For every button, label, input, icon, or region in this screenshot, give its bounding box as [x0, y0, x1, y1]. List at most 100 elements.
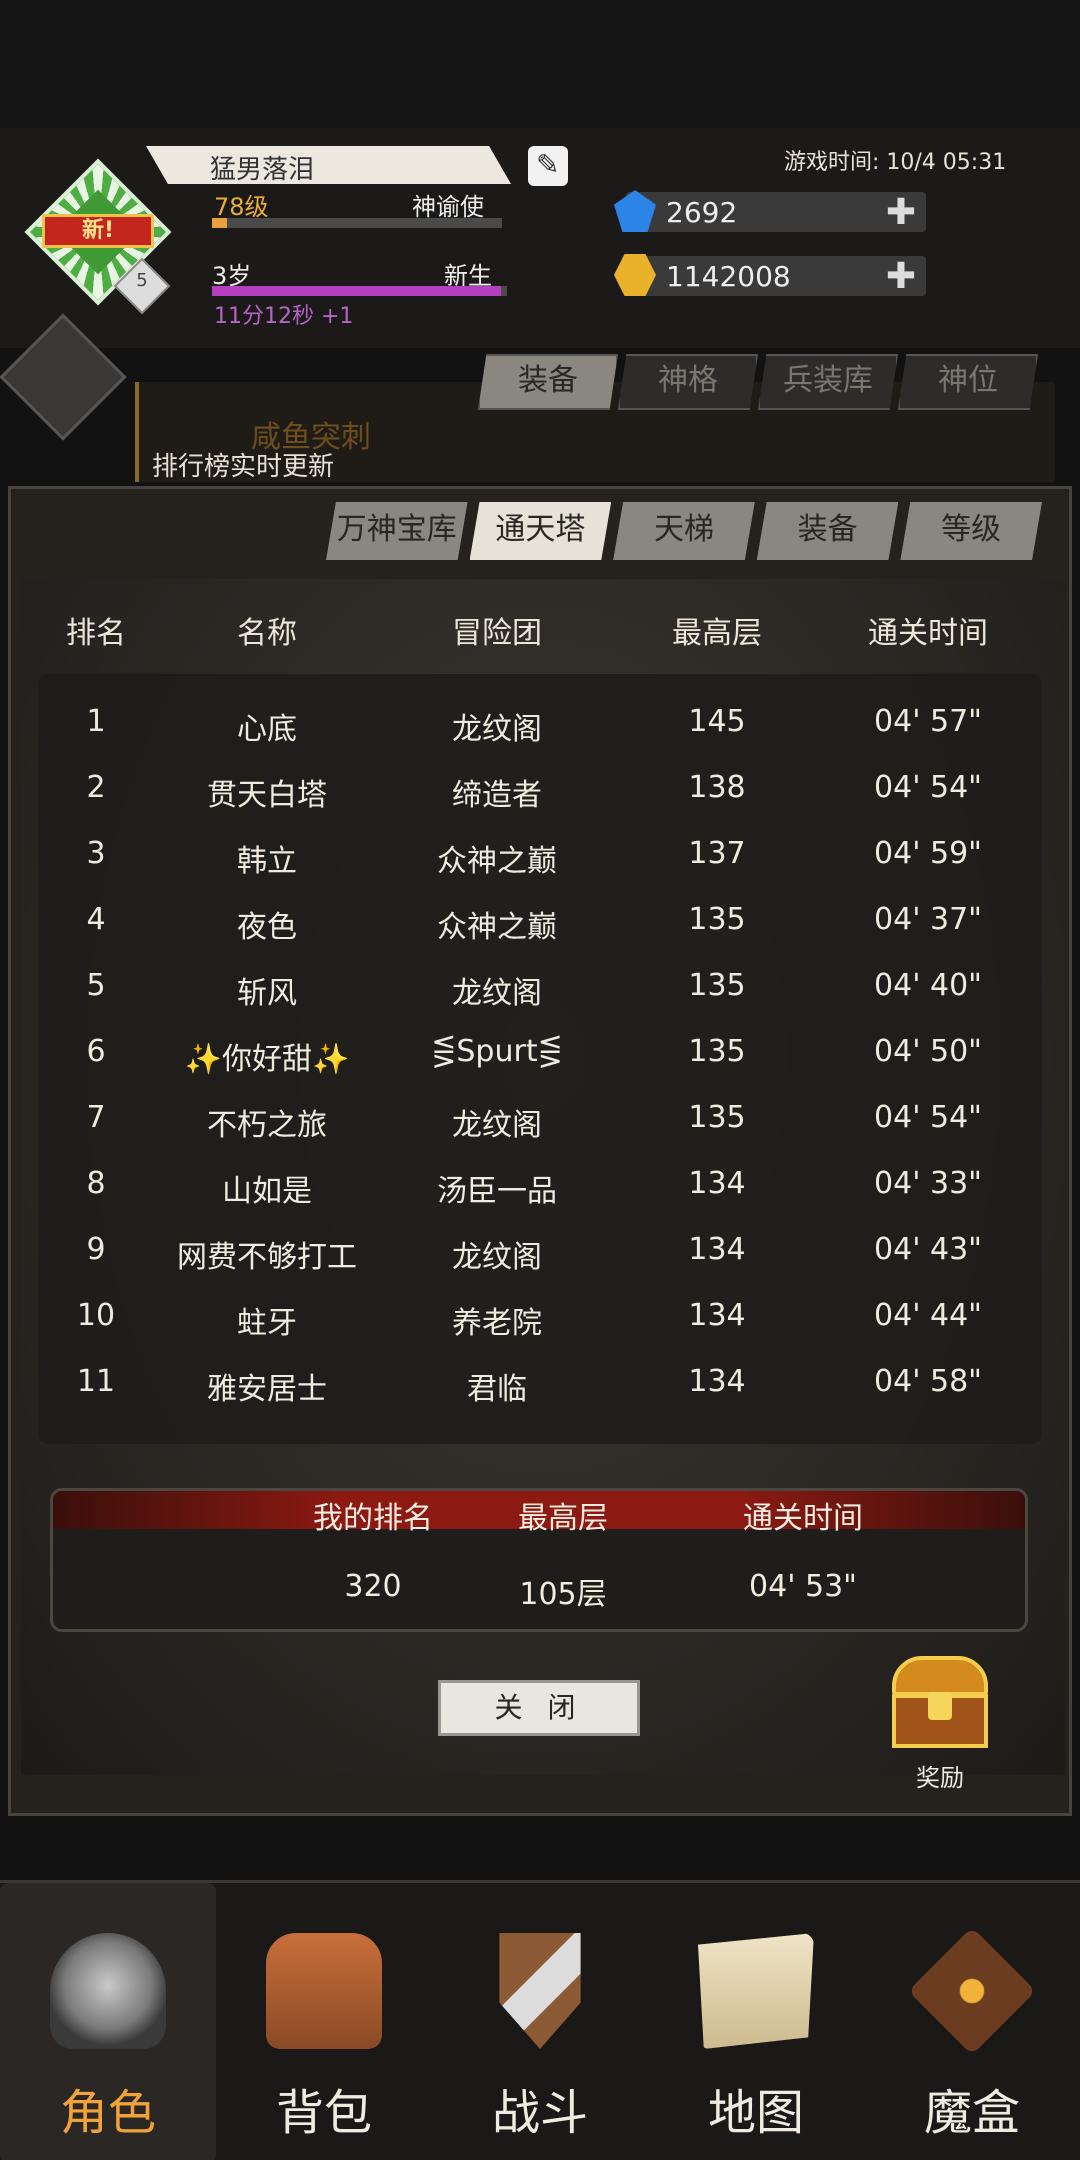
reward-label[interactable]: 奖励 — [900, 1758, 980, 1793]
sword-shield-icon — [499, 1933, 581, 2049]
header-clear-time: 通关时间 — [868, 616, 988, 651]
table-row[interactable]: 8 山如是 汤臣一品 134 04' 33" — [30, 1154, 1050, 1220]
game-time: 游戏时间: 10/4 05:31 — [784, 150, 1007, 175]
cell-rank: 7 — [86, 1100, 106, 1135]
backpack-icon — [266, 1933, 382, 2049]
cell-top-floor: 134 — [688, 1364, 746, 1399]
bg-tab-divinity[interactable]: 神格 — [618, 354, 758, 410]
cell-name: 夜色 — [237, 910, 297, 945]
helmet-icon — [50, 1933, 166, 2049]
gem-counter: 2692 ✚ — [626, 192, 926, 233]
my-time-label: 通关时间 — [743, 1501, 863, 1536]
cell-rank: 10 — [76, 1298, 116, 1333]
level-progress-fill — [212, 218, 227, 228]
table-row[interactable]: 4 夜色 众神之巅 135 04' 37" — [30, 890, 1050, 956]
header-guild: 冒险团 — [452, 616, 542, 651]
table-row[interactable]: 9 网费不够打工 龙纹阁 134 04' 43" — [30, 1220, 1050, 1286]
treasure-chest-icon[interactable] — [888, 1652, 992, 1748]
nav-map-label: 地图 — [707, 2085, 804, 2141]
cell-name: 山如是 — [222, 1174, 312, 1209]
my-rank-header: 我的排名 最高层 通关时间 — [53, 1491, 1025, 1536]
level-progress-bar — [212, 218, 502, 228]
tab-sky-tower[interactable]: 通天塔 — [469, 502, 612, 560]
player-name: 猛男落泪 — [210, 155, 315, 185]
bg-tab-equipment[interactable]: 装备 — [478, 354, 618, 410]
cell-rank: 8 — [86, 1166, 106, 1201]
avatar-rank: 5 — [136, 270, 148, 291]
nav-battle[interactable]: 战斗 — [432, 1883, 648, 2160]
cell-top-floor: 134 — [688, 1166, 746, 1201]
nav-magic-box[interactable]: 魔盒 — [864, 1883, 1080, 2160]
gold-amount: 1142008 — [666, 260, 791, 293]
add-gems-button[interactable]: ✚ — [886, 192, 916, 233]
bottom-nav: 角色 背包 战斗 地图 魔盒 — [0, 1880, 1080, 2160]
cell-rank: 5 — [86, 968, 106, 1003]
cell-rank: 11 — [76, 1364, 116, 1399]
chest-lock — [928, 1692, 952, 1720]
cell-name: 韩立 — [237, 844, 297, 879]
player-name-bar: 猛男落泪 — [146, 146, 511, 184]
table-row[interactable]: 11 雅安居士 君临 134 04' 58" — [30, 1352, 1050, 1418]
cell-rank: 1 — [86, 704, 106, 739]
player-class: 神谕使 — [412, 193, 484, 221]
bg-tab-god-rank[interactable]: 神位 — [898, 354, 1038, 410]
leaderboard-tabs: 万神宝库 通天塔 天梯 装备 等级 — [326, 502, 1042, 560]
nav-backpack-label: 背包 — [275, 2085, 372, 2141]
table-row[interactable]: 1 心底 龙纹阁 145 04' 57" — [30, 692, 1050, 758]
nav-character-label: 角色 — [59, 2085, 156, 2141]
table-row[interactable]: 3 韩立 众神之巅 137 04' 59" — [30, 824, 1050, 890]
nav-character[interactable]: 角色 — [0, 1883, 216, 2160]
cell-guild: 汤臣一品 — [437, 1174, 557, 1209]
avatar[interactable]: 新! 5 — [24, 158, 172, 315]
edit-name-icon[interactable] — [528, 146, 568, 186]
cell-guild: 龙纹阁 — [452, 1108, 542, 1143]
cell-top-floor: 145 — [688, 704, 746, 739]
header-name: 名称 — [237, 616, 297, 651]
cell-guild: 龙纹阁 — [452, 976, 542, 1011]
nav-magic-box-label: 魔盒 — [923, 2085, 1020, 2141]
table-header: 排名 名称 冒险团 最高层 通关时间 — [30, 604, 1050, 654]
cell-clear-time: 04' 37" — [874, 902, 982, 937]
cell-top-floor: 135 — [688, 968, 746, 1003]
bg-tab-armory[interactable]: 兵装库 — [758, 354, 898, 410]
nav-backpack[interactable]: 背包 — [216, 1883, 432, 2160]
cell-guild: 缔造者 — [452, 778, 542, 813]
cell-rank: 3 — [86, 836, 106, 871]
table-row[interactable]: 5 斩风 龙纹阁 135 04' 40" — [30, 956, 1050, 1022]
cell-clear-time: 04' 40" — [874, 968, 982, 1003]
table-row[interactable]: 2 贯天白塔 缔造者 138 04' 54" — [30, 758, 1050, 824]
magic-box-icon — [908, 1927, 1036, 2055]
background-tabs: 装备 神格 兵装库 神位 — [478, 354, 1038, 410]
player-level: 78级 — [214, 193, 269, 221]
cell-top-floor: 134 — [688, 1232, 746, 1267]
close-button[interactable]: 关 闭 — [438, 1680, 640, 1736]
tab-level[interactable]: 等级 — [900, 502, 1042, 560]
cell-guild: 众神之巅 — [437, 844, 557, 879]
leaderboard-table: 1 心底 龙纹阁 145 04' 57" 2 贯天白塔 缔造者 138 04' 54" 3 韩立 众神之… — [38, 674, 1042, 1444]
leaderboard-note: 排行榜实时更新 — [152, 452, 335, 482]
chest-lid — [892, 1656, 988, 1696]
my-floor-label: 最高层 — [518, 1501, 608, 1536]
age-timer: 11分12秒 +1 — [214, 304, 354, 329]
table-row[interactable]: 10 蛀牙 养老院 134 04' 44" — [30, 1286, 1050, 1352]
tab-pantheon-vault[interactable]: 万神宝库 — [326, 502, 468, 560]
cell-guild: ⋚Spurt⋚ — [431, 1034, 563, 1069]
cell-name: 斩风 — [237, 976, 297, 1011]
table-row[interactable]: 6 ✨你好甜✨ ⋚Spurt⋚ 135 04' 50" — [30, 1022, 1050, 1088]
table-row[interactable]: 7 不朽之旅 龙纹阁 135 04' 54" — [30, 1088, 1050, 1154]
nav-map[interactable]: 地图 — [648, 1883, 864, 2160]
cell-clear-time: 04' 58" — [874, 1364, 982, 1399]
cell-rank: 6 — [86, 1034, 106, 1069]
cell-clear-time: 04' 54" — [874, 770, 982, 805]
cell-name: 蛀牙 — [237, 1306, 297, 1341]
cell-name: 贯天白塔 — [207, 778, 327, 813]
age-progress-fill — [212, 286, 502, 296]
gold-counter: 1142008 ✚ — [626, 256, 926, 297]
new-badge: 新! — [42, 214, 154, 248]
cell-top-floor: 137 — [688, 836, 746, 871]
add-gold-button[interactable]: ✚ — [886, 256, 916, 297]
my-rank-panel: 我的排名 最高层 通关时间 320 105层 04' 53" — [50, 1488, 1028, 1632]
tab-ladder[interactable]: 天梯 — [613, 502, 755, 560]
cell-clear-time: 04' 59" — [874, 836, 982, 871]
tab-equipment[interactable]: 装备 — [756, 502, 899, 560]
